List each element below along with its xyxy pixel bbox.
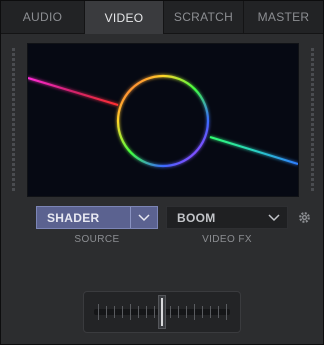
meter-dot: [311, 178, 314, 181]
meter-dot: [311, 173, 314, 176]
video-fx-dropdown[interactable]: BOOM: [166, 206, 288, 229]
meter-dot: [12, 163, 15, 166]
meter-dot: [311, 118, 314, 121]
tab-scratch[interactable]: SCRATCH: [164, 1, 244, 33]
right-level-meter: [311, 48, 314, 193]
meter-dot: [12, 98, 15, 101]
meter-dot: [311, 148, 314, 151]
crossfader-tick: [218, 306, 219, 318]
meter-dot: [12, 48, 15, 51]
crossfader-tick: [114, 306, 115, 318]
chevron-down-icon[interactable]: [261, 207, 287, 228]
meter-dot: [311, 183, 314, 186]
meter-dot: [311, 78, 314, 81]
meter-dot: [311, 188, 314, 191]
meter-dot: [12, 143, 15, 146]
meter-dot: [311, 158, 314, 161]
meter-dot: [12, 103, 15, 106]
meter-dot: [311, 53, 314, 56]
tab-bar: AUDIO VIDEO SCRATCH MASTER: [1, 1, 323, 34]
meter-dot: [12, 63, 15, 66]
meter-dot: [12, 138, 15, 141]
meter-dot: [311, 68, 314, 71]
video-preview: [27, 43, 299, 197]
video-fx-value: BOOM: [177, 210, 216, 225]
meter-dot: [12, 133, 15, 136]
crossfader-tick: [106, 306, 107, 318]
meter-dot: [311, 143, 314, 146]
crossfader-handle[interactable]: [158, 295, 166, 329]
meter-dot: [12, 148, 15, 151]
meter-dot: [12, 68, 15, 71]
meter-dot: [12, 168, 15, 171]
crossfader-tick: [98, 304, 99, 320]
video-panel: AUDIO VIDEO SCRATCH MASTER SHADER BOOM S…: [0, 0, 324, 345]
meter-dot: [311, 108, 314, 111]
meter-dot: [311, 163, 314, 166]
meter-dot: [311, 48, 314, 51]
chevron-down-icon[interactable]: [130, 207, 157, 228]
crossfader-tick: [130, 304, 131, 320]
meter-dot: [311, 63, 314, 66]
tab-audio[interactable]: AUDIO: [1, 1, 85, 33]
meter-dot: [12, 83, 15, 86]
crossfader-tick: [226, 304, 227, 320]
crossfader-tick: [178, 306, 179, 318]
meter-dot: [12, 53, 15, 56]
source-value: SHADER: [47, 210, 100, 225]
meter-dot: [12, 93, 15, 96]
meter-dot: [12, 88, 15, 91]
source-caption: SOURCE: [74, 234, 120, 245]
meter-dot: [311, 138, 314, 141]
tab-video[interactable]: VIDEO: [85, 1, 164, 34]
meter-dot: [311, 168, 314, 171]
meter-dot: [311, 83, 314, 86]
meter-dot: [12, 178, 15, 181]
meter-dot: [311, 133, 314, 136]
tab-master[interactable]: MASTER: [244, 1, 323, 33]
crossfader-tick: [202, 306, 203, 318]
meter-dot: [311, 113, 314, 116]
meter-dot: [12, 173, 15, 176]
meter-dot: [12, 158, 15, 161]
meter-dot: [12, 188, 15, 191]
crossfader-tick: [170, 306, 171, 318]
crossfader-tick: [210, 306, 211, 318]
meter-dot: [12, 128, 15, 131]
meter-dot: [12, 118, 15, 121]
meter-dot: [12, 78, 15, 81]
meter-dot: [311, 88, 314, 91]
meter-dot: [311, 98, 314, 101]
crossfader-tick: [138, 306, 139, 318]
crossfader-tick: [194, 304, 195, 320]
crossfader-tick: [154, 306, 155, 318]
meter-dot: [311, 103, 314, 106]
meter-dot: [12, 183, 15, 186]
meter-dot: [311, 123, 314, 126]
gear-icon[interactable]: [298, 211, 311, 224]
crossfader-tick: [122, 306, 123, 318]
meter-dot: [12, 73, 15, 76]
meter-dot: [12, 58, 15, 61]
crossfader[interactable]: [83, 291, 241, 333]
source-dropdown[interactable]: SHADER: [36, 206, 158, 229]
crossfader-tick: [186, 306, 187, 318]
meter-dot: [311, 93, 314, 96]
meter-dot: [12, 153, 15, 156]
meter-dot: [12, 113, 15, 116]
left-level-meter: [12, 48, 15, 193]
meter-dot: [311, 73, 314, 76]
meter-dot: [311, 153, 314, 156]
meter-dot: [311, 58, 314, 61]
meter-dot: [12, 108, 15, 111]
meter-dot: [311, 128, 314, 131]
meter-dot: [12, 123, 15, 126]
crossfader-tick: [146, 306, 147, 318]
video-fx-caption: VIDEO FX: [202, 234, 252, 245]
